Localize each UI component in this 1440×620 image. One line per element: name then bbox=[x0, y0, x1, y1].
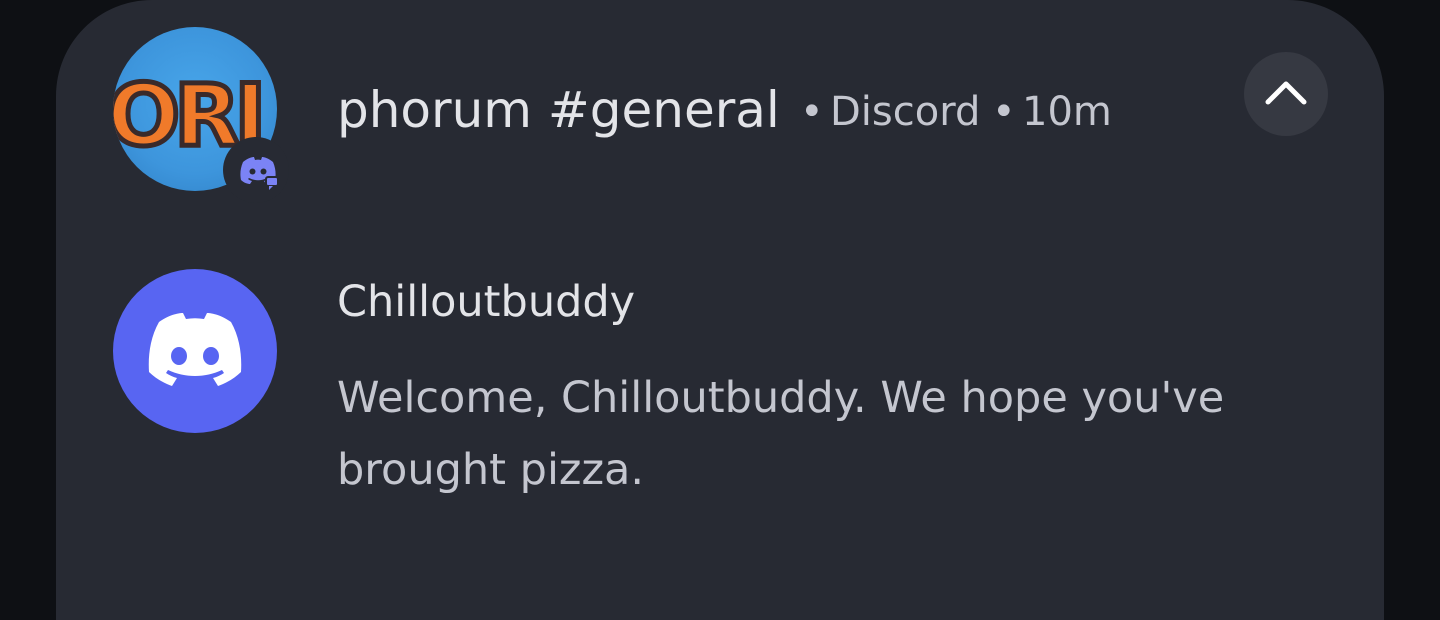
timestamp: 10m bbox=[1022, 89, 1112, 135]
sender-avatar bbox=[113, 269, 277, 433]
message-text: Welcome, Chilloutbuddy. We hope you've b… bbox=[337, 373, 1225, 495]
app-name: Discord bbox=[830, 89, 981, 135]
discord-icon bbox=[148, 313, 242, 386]
separator-dot: • bbox=[800, 89, 824, 135]
conversation-title: phorum #general bbox=[337, 81, 780, 139]
separator-dot: • bbox=[992, 89, 1016, 135]
collapse-button[interactable] bbox=[1244, 52, 1328, 136]
chevron-up-icon bbox=[1265, 81, 1307, 105]
discord-badge-icon bbox=[238, 152, 279, 192]
sender-name: Chilloutbuddy bbox=[337, 277, 636, 327]
